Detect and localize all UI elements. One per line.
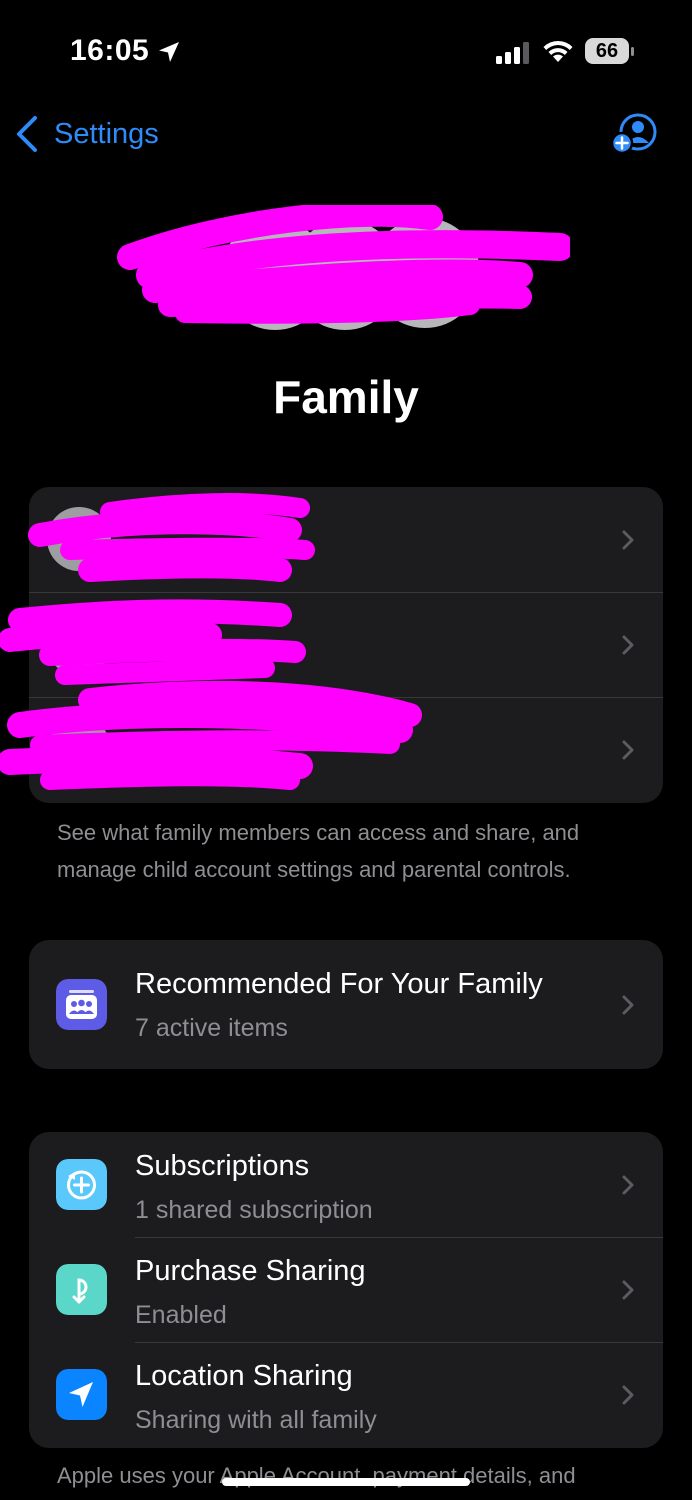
location-sharing-row[interactable]: Location Sharing Sharing with all family [29,1342,663,1447]
chevron-right-icon [622,1280,634,1299]
recommended-card: Recommended For Your Family 7 active ite… [29,940,663,1069]
status-time: 16:05 [70,34,150,67]
wifi-icon [543,40,573,62]
add-family-member-icon[interactable] [610,112,658,156]
purchase-sharing-title: Purchase Sharing [135,1255,366,1287]
redaction-scribble [0,493,422,790]
family-checklist-icon [56,979,107,1030]
redaction-scribble [117,205,570,324]
location-services-icon [159,42,179,62]
location-arrow-icon [56,1369,107,1420]
family-services-list: Subscriptions 1 shared subscription Purc… [29,1132,663,1448]
members-footer-text: See what family members can access and s… [57,820,580,882]
battery-indicator: 66 [585,38,635,66]
bottom-footer-text: Apple uses your Apple Account, payment d… [57,1463,576,1488]
subscriptions-subtitle: 1 shared subscription [135,1196,373,1224]
page-title: Family [273,371,419,423]
purchase-sharing-subtitle: Enabled [135,1301,227,1329]
back-button[interactable]: Settings [14,112,159,156]
chevron-right-icon [622,530,634,549]
recommended-subtitle: 7 active items [135,1014,288,1042]
purchase-sharing-icon [56,1264,107,1315]
chevron-right-icon [622,1175,634,1194]
subscriptions-title: Subscriptions [135,1150,310,1182]
recommended-title: Recommended For Your Family [135,968,543,1000]
purchase-sharing-row[interactable]: Purchase Sharing Enabled [29,1237,663,1342]
chevron-right-icon [622,1385,634,1404]
chevron-left-icon [17,116,37,152]
chevron-right-icon [622,740,634,759]
cellular-signal-icon [496,42,529,64]
subscriptions-row[interactable]: Subscriptions 1 shared subscription [29,1132,663,1237]
subscriptions-icon [56,1159,107,1210]
location-sharing-subtitle: Sharing with all family [135,1406,377,1434]
location-sharing-title: Location Sharing [135,1360,353,1392]
home-indicator[interactable] [222,1478,470,1486]
recommended-row[interactable]: Recommended For Your Family 7 active ite… [29,940,663,1069]
battery-level: 66 [585,38,629,64]
back-button-label: Settings [54,117,159,150]
chevron-right-icon [622,995,634,1014]
chevron-right-icon [622,635,634,654]
